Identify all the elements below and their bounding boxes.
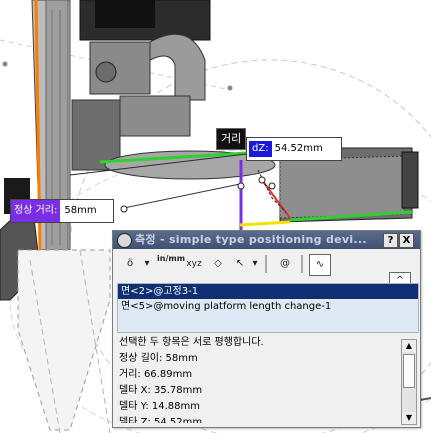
toolbar-divider bbox=[265, 255, 267, 273]
history-icon[interactable]: ↖ bbox=[231, 254, 249, 274]
close-button[interactable]: X bbox=[399, 233, 414, 248]
results-panel: 선택한 두 항목은 서로 평행합니다. 정상 길이: 58mm 거리: 66.8… bbox=[117, 335, 399, 423]
distance-label: 거리 bbox=[221, 132, 242, 145]
sensor-icon[interactable]: @ bbox=[275, 254, 295, 274]
history-dropdown-icon[interactable]: ▾ bbox=[251, 254, 259, 274]
arc-options-icon[interactable]: ö bbox=[119, 254, 141, 274]
units-icon[interactable]: in/mm bbox=[157, 254, 185, 274]
measure-dialog: 측정 - simple type positioning devi... ? X… bbox=[112, 230, 421, 428]
dialog-title-bar[interactable]: 측정 - simple type positioning devi... ? X bbox=[113, 231, 420, 249]
mount-block bbox=[119, 95, 191, 137]
result-line: 델타 Y: 14.88mm bbox=[119, 401, 201, 412]
result-line: 정상 길이: 58mm bbox=[119, 353, 198, 364]
point-b bbox=[237, 182, 245, 190]
dialog-title: 측정 - simple type positioning devi... bbox=[135, 233, 367, 246]
scroll-down-icon[interactable]: ▼ bbox=[402, 412, 416, 424]
selection-item[interactable]: 면<2>@고정3-1 bbox=[118, 284, 418, 299]
normal-distance-callout[interactable]: 정상 거리: 58mm bbox=[10, 199, 114, 223]
lower-frame bbox=[17, 249, 111, 431]
scroll-thumb[interactable] bbox=[403, 354, 415, 388]
result-line: 선택한 두 항목은 서로 평행합니다. bbox=[119, 337, 264, 348]
point-e bbox=[2, 61, 8, 67]
measure-app-icon bbox=[117, 233, 132, 248]
gear-arm bbox=[149, 33, 206, 101]
dz-value: 54.52mm bbox=[274, 143, 323, 154]
projection-icon[interactable]: ◇ bbox=[209, 254, 227, 274]
result-line: 델타 X: 35.78mm bbox=[119, 385, 203, 396]
distance-tag: 거리 bbox=[216, 128, 247, 150]
xyz-measure-icon[interactable]: xyz bbox=[183, 254, 205, 274]
point-a bbox=[120, 205, 128, 213]
toolbar-divider bbox=[301, 255, 303, 273]
arc-options-dropdown-icon[interactable]: ▾ bbox=[143, 254, 151, 274]
scroll-up-icon[interactable]: ▲ bbox=[402, 340, 416, 352]
results-scrollbar[interactable]: ▲ ▼ bbox=[401, 339, 417, 425]
right-connector bbox=[401, 151, 419, 209]
normal-distance-value: 58mm bbox=[64, 205, 97, 216]
selection-list[interactable]: 면<2>@고정3-1 면<5>@moving platform length c… bbox=[117, 283, 419, 333]
motor-shaft bbox=[95, 61, 117, 83]
result-line: 델타 Z: 54.52mm bbox=[119, 417, 203, 423]
dz-badge: dZ: bbox=[249, 141, 272, 157]
point-d bbox=[268, 182, 276, 190]
point-f bbox=[227, 85, 233, 91]
result-line: 거리: 66.89mm bbox=[119, 369, 193, 380]
selection-item[interactable]: 면<5>@moving platform length change-1 bbox=[118, 299, 418, 314]
normal-distance-label: 정상 거리: bbox=[11, 200, 61, 222]
help-button[interactable]: ? bbox=[383, 233, 398, 248]
delta-z-callout[interactable]: dZ: 54.52mm bbox=[246, 137, 342, 161]
measure-line bbox=[123, 183, 241, 209]
graph-icon[interactable]: ∿ bbox=[309, 254, 331, 276]
measure-toolbar: ö ▾ in/mm xyz ◇ ↖ ▾ @ ∿ ^ bbox=[113, 250, 420, 290]
point-c bbox=[258, 176, 266, 184]
